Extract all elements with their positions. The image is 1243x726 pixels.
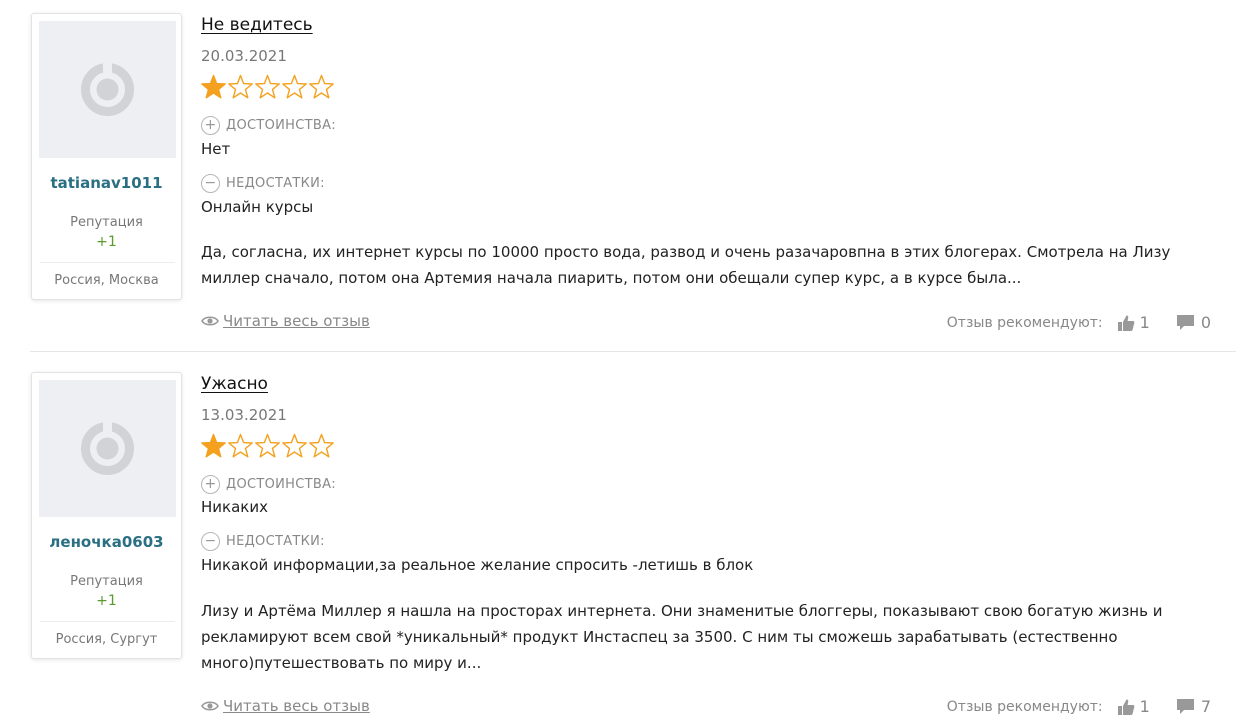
review-body: Да, согласна, их интернет курсы по 10000… — [201, 243, 1171, 287]
likes-count: 1 — [1139, 697, 1150, 716]
recommend-bar: Отзыв рекомендуют: 1 7 — [947, 697, 1211, 716]
star-empty-icon — [282, 433, 307, 458]
eye-icon — [201, 701, 219, 711]
comments-count[interactable]: 0 — [1201, 313, 1211, 332]
review-date: 20.03.2021 — [201, 47, 287, 65]
card-divider — [40, 621, 175, 622]
pros-text: Никаких — [201, 498, 268, 516]
author-username[interactable]: tatianav1011 — [32, 174, 181, 192]
thumbs-up-icon[interactable] — [1117, 698, 1135, 716]
star-empty-icon — [255, 433, 280, 458]
comments-count[interactable]: 7 — [1201, 697, 1211, 716]
star-filled-icon — [201, 74, 226, 99]
author-username[interactable]: леночка0603 — [32, 533, 181, 551]
comment-icon[interactable] — [1176, 698, 1195, 715]
review-body: Лизу и Артёма Миллер я нашла на простора… — [201, 602, 1163, 672]
cons-label-text: НЕДОСТАТКИ: — [226, 534, 325, 549]
plus-circle-icon: + — [201, 116, 220, 135]
review-title[interactable]: Ужасно — [201, 374, 268, 394]
thumbs-up-icon[interactable] — [1117, 314, 1135, 332]
star-empty-icon — [255, 74, 280, 99]
recommend-label: Отзыв рекомендуют: — [946, 314, 1103, 331]
default-avatar-icon — [81, 59, 134, 116]
star-empty-icon — [282, 74, 307, 99]
author-location: Россия, Сургут — [55, 632, 158, 647]
likes-count: 1 — [1139, 313, 1150, 332]
minus-circle-icon: − — [201, 174, 220, 193]
cons-text: Никакой информации,за реальное желание с… — [201, 556, 754, 574]
star-empty-icon — [228, 433, 253, 458]
cons-text: Онлайн курсы — [201, 198, 314, 216]
author-card: леночка0603 Репутация +1 Россия, Сургут — [31, 372, 182, 659]
star-rating — [200, 74, 335, 100]
author-location: Россия, Москва — [54, 273, 159, 288]
comment-icon[interactable] — [1176, 314, 1195, 331]
read-more-link[interactable]: Читать весь отзыв — [201, 697, 370, 715]
pros-label-text: ДОСТОИНСТВА: — [226, 477, 336, 492]
star-filled-icon — [201, 433, 226, 458]
review-date: 13.03.2021 — [201, 406, 287, 424]
reputation-value: +1 — [96, 593, 117, 609]
avatar[interactable] — [39, 380, 176, 517]
minus-circle-icon: − — [201, 532, 220, 551]
reputation-label: Репутация — [70, 215, 143, 230]
review-title[interactable]: Не ведитесь — [201, 15, 313, 35]
star-empty-icon — [309, 433, 334, 458]
pros-label-text: ДОСТОИНСТВА: — [226, 118, 336, 133]
reputation-label: Репутация — [70, 574, 143, 589]
eye-icon — [201, 316, 219, 326]
star-rating — [200, 433, 335, 459]
pros-label: + ДОСТОИНСТВА: — [201, 116, 336, 135]
review-divider — [30, 351, 1236, 352]
read-more-text: Читать весь отзыв — [223, 312, 370, 330]
plus-circle-icon: + — [201, 475, 220, 494]
review-item: леночка0603 Репутация +1 Россия, Сургут … — [0, 359, 1243, 726]
avatar[interactable] — [39, 21, 176, 158]
pros-text: Нет — [201, 140, 231, 158]
cons-label: − НЕДОСТАТКИ: — [201, 174, 325, 193]
review-item: tatianav1011 Репутация +1 Россия, Москва… — [0, 0, 1243, 352]
author-card: tatianav1011 Репутация +1 Россия, Москва — [31, 13, 182, 300]
pros-label: + ДОСТОИНСТВА: — [201, 475, 336, 494]
cons-label: − НЕДОСТАТКИ: — [201, 532, 325, 551]
cons-label-text: НЕДОСТАТКИ: — [226, 176, 325, 191]
read-more-link[interactable]: Читать весь отзыв — [201, 312, 370, 330]
reputation-value: +1 — [96, 234, 117, 250]
recommend-bar: Отзыв рекомендуют: 1 0 — [947, 313, 1211, 332]
recommend-label: Отзыв рекомендуют: — [946, 698, 1103, 715]
default-avatar-icon — [81, 418, 134, 475]
card-divider — [40, 262, 175, 263]
read-more-text: Читать весь отзыв — [223, 697, 370, 715]
star-empty-icon — [309, 74, 334, 99]
star-empty-icon — [228, 74, 253, 99]
